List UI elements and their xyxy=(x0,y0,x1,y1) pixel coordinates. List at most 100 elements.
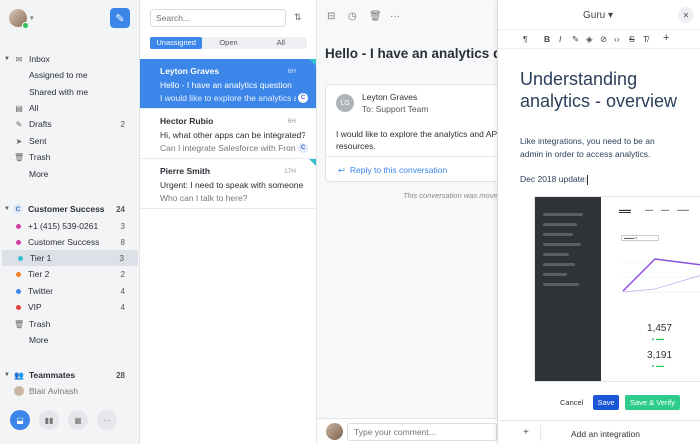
list-item[interactable]: Hector Rubio 6H Hi, what other apps can … xyxy=(140,109,316,159)
online-status-dot xyxy=(22,22,29,29)
conversation-list: ⇅ Unassigned Open All Leyton Graves 6H H… xyxy=(140,0,317,444)
insert-icon[interactable]: + xyxy=(663,32,669,44)
page-title: Hello - I have an analytics question xyxy=(325,46,497,61)
strikethrough-icon[interactable]: S xyxy=(629,34,635,44)
sidebar-item-assigned[interactable]: Assigned to me xyxy=(0,67,139,83)
italic-icon[interactable]: I xyxy=(559,34,561,44)
message-body: I would like to explore the analytics an… xyxy=(336,129,500,151)
inbox-color-dot xyxy=(16,271,21,277)
trash-icon: 🗑 xyxy=(14,319,25,329)
fill-color-icon[interactable]: ◈ xyxy=(586,34,593,45)
chevron-down-icon[interactable]: ▼ xyxy=(4,206,10,212)
envelope-icon: ✉ xyxy=(15,54,23,64)
list-item[interactable]: Leyton Graves 6H Hello - I have an analy… xyxy=(140,59,316,109)
card-title[interactable]: Understanding analytics - overview xyxy=(520,68,690,112)
card-paragraph[interactable]: Like integrations, you need to be an adm… xyxy=(520,135,680,161)
compose-button[interactable]: ✎ xyxy=(110,8,130,28)
pencil-icon: ✎ xyxy=(115,12,125,25)
paragraph-icon[interactable]: ¶ xyxy=(523,34,528,44)
bold-icon[interactable]: B xyxy=(544,34,550,44)
team-badge: C xyxy=(298,93,308,103)
reply-icon: ↩ xyxy=(338,165,350,175)
avatar xyxy=(14,386,24,396)
comment-bar xyxy=(317,418,497,444)
sidebar-item-team-more[interactable]: More xyxy=(0,332,139,348)
screenshot-sidebar xyxy=(535,197,601,381)
inbox-color-dot xyxy=(16,288,21,294)
sidebar-teammate[interactable]: Blair Avinash xyxy=(0,383,139,399)
card-actions: Cancel Save Save & Verify xyxy=(498,392,700,414)
inbox-nav-button[interactable]: ⬓ xyxy=(10,410,30,430)
tag-corner xyxy=(309,159,316,166)
screenshot-stat-delta: ▲ ▬▬ xyxy=(651,363,665,368)
message-sender[interactable]: Leyton Graves xyxy=(362,92,417,102)
contacts-nav-button[interactable]: ▦ xyxy=(68,410,88,430)
trash-icon[interactable]: 🗑 xyxy=(369,11,382,22)
sidebar-item-all[interactable]: ▤ All xyxy=(0,100,139,116)
archive-icon: ▤ xyxy=(15,103,23,113)
sidebar-item-tier-2[interactable]: Tier 22 xyxy=(0,266,139,282)
close-icon[interactable]: ✕ xyxy=(678,7,694,23)
list-item[interactable]: Pierre Smith 17H Urgent: I need to speak… xyxy=(140,159,316,209)
avatar xyxy=(326,423,343,440)
tag-corner xyxy=(309,59,316,66)
send-icon: ➤ xyxy=(15,136,23,146)
sidebar-item-shared[interactable]: Shared with me xyxy=(0,84,139,100)
link-icon[interactable]: ⊘ xyxy=(600,34,607,45)
screenshot-stat-delta: ▲ ▬▬ xyxy=(651,336,665,341)
sidebar-item-customer-success[interactable]: Customer Success 8 xyxy=(0,234,139,250)
tab-open[interactable]: Open xyxy=(202,37,254,49)
analytics-nav-button[interactable]: ▮▮ xyxy=(39,410,59,430)
sidebar-item-sent[interactable]: ➤ Sent xyxy=(0,133,139,149)
tab-all[interactable]: All xyxy=(255,37,307,49)
comment-input[interactable] xyxy=(347,423,497,441)
code-icon[interactable]: ‹› xyxy=(614,34,620,44)
screenshot-stat: 3,191 xyxy=(647,350,673,361)
clock-icon[interactable]: ◷ xyxy=(348,11,357,22)
save-verify-button[interactable]: Save & Verify xyxy=(625,395,680,410)
inbox-color-dot xyxy=(16,239,21,245)
guru-title-dropdown[interactable]: Guru ▾ xyxy=(583,10,613,21)
sidebar-item-team-trash[interactable]: 🗑 Trash xyxy=(0,316,139,332)
bottom-nav: ⬓ ▮▮ ▦ ··· xyxy=(10,410,117,430)
tab-unassigned[interactable]: Unassigned xyxy=(150,37,203,49)
save-button[interactable]: Save xyxy=(593,395,619,410)
draft-icon: ✎ xyxy=(15,119,23,129)
sidebar-header: ▾ ✎ xyxy=(0,0,139,36)
sidebar-team-customer-success[interactable]: ▼ C Customer Success 24 xyxy=(0,201,139,217)
sort-icon[interactable]: ⇅ xyxy=(294,12,302,23)
clear-format-icon[interactable]: T̸ xyxy=(643,34,648,44)
people-icon: 👥 xyxy=(14,370,24,380)
avatar[interactable]: ▾ xyxy=(9,9,34,29)
sidebar-item-vip[interactable]: VIP 4 xyxy=(0,299,139,315)
reply-button[interactable]: ↩ Reply to this conversation xyxy=(326,156,504,181)
message-card: LG Leyton Graves To: Support Team I woul… xyxy=(325,84,505,182)
sidebar-item-twitter[interactable]: Twitter 4 xyxy=(0,283,139,299)
sidebar-item-drafts[interactable]: ✎ Drafts 2 xyxy=(0,116,139,132)
sidebar: ▾ ✎ ▼ ✉ Inbox Assigned to me Shared with m… xyxy=(0,0,140,444)
sidebar-item-tier-1[interactable]: Tier 13 xyxy=(2,250,138,266)
archive-icon[interactable]: ⊟ xyxy=(327,11,335,22)
chevron-down-icon[interactable]: ▼ xyxy=(4,56,10,62)
highlight-icon[interactable]: ✎ xyxy=(572,34,579,45)
add-integration-bar[interactable]: + Add an integration xyxy=(498,420,700,444)
screenshot-dropdown: ▬▬▬ ▾ xyxy=(621,235,659,241)
embedded-screenshot[interactable]: ▬▬▬ ▬▬ ▬▬ ▬▬▬ ▬▬▬ ▾ 1,457 ▲ ▬▬ 3,191 ▲ ▬… xyxy=(534,196,700,382)
card-paragraph[interactable]: Dec 2018 update: xyxy=(520,174,589,185)
sidebar-item-trash[interactable]: 🗑 Trash xyxy=(0,149,139,165)
chevron-down-icon[interactable]: ▼ xyxy=(4,372,10,378)
conversation-view: ⊟ ◷ 🗑 ··· Hello - I have an analytics qu… xyxy=(317,0,505,444)
divider xyxy=(540,425,541,441)
sidebar-item-more[interactable]: More xyxy=(0,166,139,182)
more-nav-button[interactable]: ··· xyxy=(97,410,117,430)
add-integration-button[interactable]: Add an integration xyxy=(571,429,640,439)
sidebar-item-phone[interactable]: +1 (415) 539-0261 3 xyxy=(0,218,139,234)
search-input[interactable] xyxy=(150,9,286,27)
sidebar-teammates[interactable]: ▼ 👥 Teammates 28 xyxy=(0,367,139,383)
more-icon[interactable]: ··· xyxy=(390,11,400,22)
guru-panel: Guru ▾ ✕ ¶ B I ✎ ◈ ⊘ ‹› S T̸ + Understan… xyxy=(497,0,700,444)
sidebar-item-inbox[interactable]: ▼ ✉ Inbox xyxy=(0,51,139,67)
team-badge: C xyxy=(13,204,23,214)
plus-icon: + xyxy=(523,427,529,438)
cancel-button[interactable]: Cancel xyxy=(560,398,583,407)
